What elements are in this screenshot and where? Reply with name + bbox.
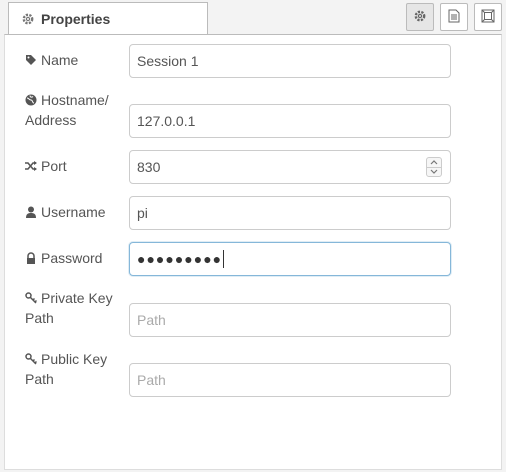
port-stepper[interactable] xyxy=(426,157,442,177)
name-input[interactable]: Session 1 xyxy=(129,44,451,78)
public-key-label: Public Key Path xyxy=(25,350,108,387)
name-label: Name xyxy=(25,50,125,70)
user-icon xyxy=(25,203,37,218)
key-icon xyxy=(25,350,38,365)
description-button[interactable] xyxy=(440,3,468,31)
port-input[interactable]: 830 xyxy=(129,150,451,184)
tag-icon xyxy=(25,51,37,65)
username-label: Username xyxy=(25,202,125,222)
settings-button[interactable] xyxy=(406,3,434,31)
port-label: Port xyxy=(25,156,125,176)
username-input[interactable]: pi xyxy=(129,196,451,230)
gear-icon xyxy=(413,9,427,26)
key-icon xyxy=(25,289,38,304)
tab-properties-label: Properties xyxy=(41,11,111,27)
shuffle-icon xyxy=(25,157,37,171)
appearance-button[interactable] xyxy=(474,3,502,31)
globe-icon xyxy=(25,91,37,106)
tab-bar: Properties xyxy=(0,0,506,35)
private-key-path-input[interactable]: Path xyxy=(129,303,451,337)
password-label: Password xyxy=(25,248,125,268)
tab-properties[interactable]: Properties xyxy=(8,2,208,35)
hostname-input[interactable]: 127.0.0.1 xyxy=(129,104,451,138)
password-input[interactable]: ●●●●●●●●● xyxy=(129,242,451,276)
frame-icon xyxy=(481,9,495,26)
text-caret xyxy=(223,250,225,268)
lock-icon xyxy=(25,249,37,264)
hostname-label: Hostname/ Address xyxy=(25,91,109,128)
gear-icon xyxy=(21,12,35,26)
document-icon xyxy=(448,9,460,26)
chevron-down-icon[interactable] xyxy=(427,166,441,177)
private-key-label: Private Key Path xyxy=(25,289,113,326)
chevron-up-icon[interactable] xyxy=(427,158,441,167)
public-key-path-input[interactable]: Path xyxy=(129,363,451,397)
